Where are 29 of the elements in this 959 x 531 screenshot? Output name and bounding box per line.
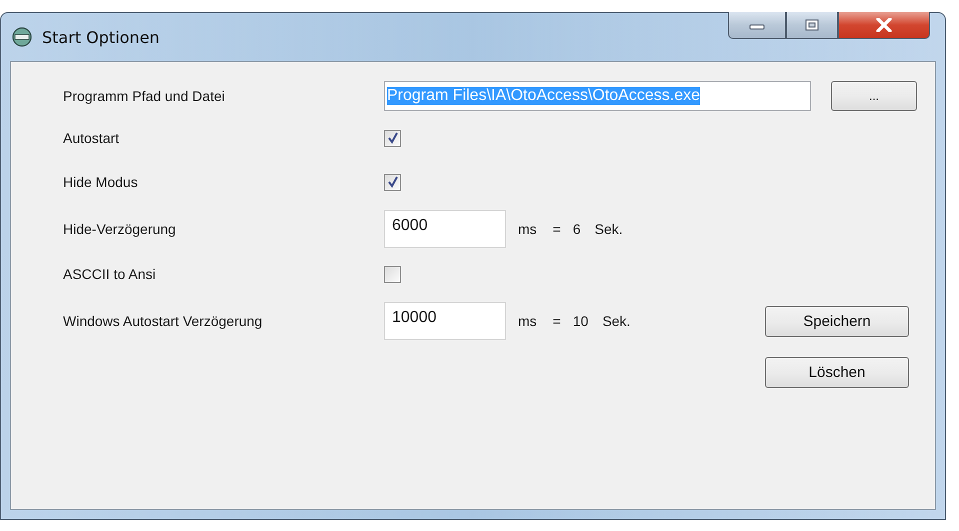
unit-label: ms bbox=[518, 313, 537, 329]
app-logo-icon bbox=[12, 27, 32, 47]
minimize-button[interactable] bbox=[728, 12, 786, 39]
milliseconds-input-field[interactable]: 6000 bbox=[384, 210, 506, 248]
field-label: Programm Pfad und Datei bbox=[63, 88, 226, 104]
equals-sign: = bbox=[552, 313, 561, 329]
field-label: ASCCII to Ansi bbox=[63, 266, 157, 282]
checkbox[interactable] bbox=[384, 266, 401, 282]
maximize-icon bbox=[805, 19, 819, 31]
save-button[interactable]: Speichern bbox=[765, 306, 909, 336]
seconds-value: 10 bbox=[572, 313, 588, 329]
close-button[interactable] bbox=[838, 12, 930, 39]
unit-label: ms bbox=[518, 221, 537, 237]
field-label: Autostart bbox=[63, 130, 120, 146]
browse-button[interactable]: ... bbox=[831, 81, 917, 111]
checkbox[interactable] bbox=[384, 130, 401, 146]
window-title: Start Optionen bbox=[42, 28, 160, 46]
field-label: Hide Modus bbox=[63, 174, 139, 190]
checkbox[interactable] bbox=[384, 174, 401, 190]
maximize-button[interactable] bbox=[786, 12, 838, 39]
unit-label: Sek. bbox=[602, 313, 630, 329]
seconds-value: 6 bbox=[572, 221, 581, 237]
close-icon bbox=[875, 18, 893, 32]
milliseconds-input-field[interactable]: 10000 bbox=[384, 302, 506, 340]
unit-label: Sek. bbox=[594, 221, 623, 237]
field-label: Windows Autostart Verzögerung bbox=[63, 313, 264, 329]
equals-sign: = bbox=[552, 221, 561, 237]
delete-button[interactable]: Löschen bbox=[765, 356, 909, 388]
field-label: Hide-Verzögerung bbox=[63, 221, 177, 237]
